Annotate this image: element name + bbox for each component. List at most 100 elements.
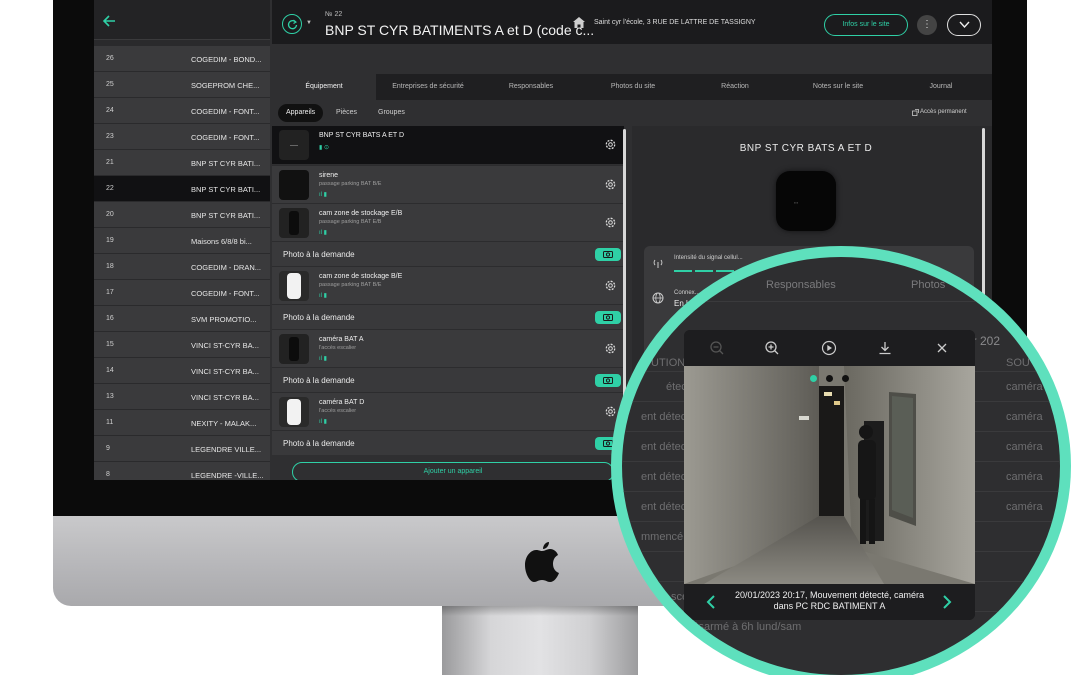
hub-details-title: BNP ST CYR BATS A ET D <box>739 143 873 154</box>
site-list-item[interactable]: 14 VINCI ST-CYR BA... <box>94 358 270 384</box>
device-name: sirene <box>319 172 339 179</box>
magnified-journal: Responsables Photos er 202 UTION SOU éte… <box>622 257 1060 675</box>
refresh-button[interactable] <box>282 14 302 34</box>
chevron-right-icon[interactable] <box>940 594 954 610</box>
device-row[interactable]: sirene passage parking BAT B/E ıl ▮ <box>272 165 624 203</box>
bg-event-text: rie désarmé à 6h lund/sam <box>671 621 802 633</box>
site-address: Saint cyr l'école, 3 RUE DE LATTRE DE TA… <box>594 19 756 26</box>
site-number: 9 <box>106 445 110 452</box>
photo-on-demand-row: Photo à la demande <box>272 367 624 392</box>
hub-thumbnail <box>279 130 309 160</box>
site-list-item[interactable]: 15 VINCI ST-CYR BA... <box>94 332 270 358</box>
camera-icon <box>603 251 613 258</box>
site-number: 21 <box>106 159 114 166</box>
gear-icon[interactable] <box>604 405 617 418</box>
photo-on-demand-label: Photo à la demande <box>283 313 355 322</box>
permanent-access-icon <box>912 109 919 116</box>
site-list-item[interactable]: 26 COGEDIM - BOND... <box>94 46 270 72</box>
site-name: NEXITY - MALAK... <box>191 419 257 428</box>
site-name: VINCI ST-CYR BA... <box>191 367 259 376</box>
site-name: BNP ST CYR BATI... <box>191 211 261 220</box>
carousel-dot-active[interactable] <box>810 375 817 382</box>
site-number: 11 <box>106 419 114 426</box>
add-device-button[interactable]: Ajouter un appareil <box>292 462 614 480</box>
camera-thumbnail <box>279 334 309 364</box>
gear-icon[interactable] <box>604 279 617 292</box>
site-list-item[interactable]: 9 LEGENDRE VILLE... <box>94 436 270 462</box>
expand-button[interactable] <box>947 14 981 36</box>
site-list-item[interactable]: 24 COGEDIM - FONT... <box>94 98 270 124</box>
device-row[interactable]: caméra BAT A l'accès escalier ıl ▮ <box>272 329 624 367</box>
photo-on-demand-row: Photo à la demande <box>272 430 624 455</box>
site-name: VINCI ST-CYR BA... <box>191 393 259 402</box>
bg-tab-responsables: Responsables <box>766 279 836 291</box>
subtab-appareils[interactable]: Appareils <box>278 104 324 122</box>
zoom-out-icon[interactable] <box>709 340 725 356</box>
site-list-item[interactable]: 8 LEGENDRE -VILLE... <box>94 462 270 480</box>
device-row[interactable]: cam zone de stockage E/B passage parking… <box>272 203 624 241</box>
status-dropdown-icon[interactable]: ▼ <box>306 20 312 26</box>
take-photo-button[interactable] <box>595 311 621 324</box>
close-icon[interactable] <box>934 340 950 356</box>
device-row[interactable]: cam zone de stockage B/E passage parking… <box>272 266 624 304</box>
site-name: LEGENDRE VILLE... <box>191 445 262 454</box>
subtab-groupes[interactable]: Groupes <box>370 104 413 122</box>
site-number: 19 <box>106 237 114 244</box>
site-list-item[interactable]: 22 BNP ST CYR BATI... <box>94 176 270 202</box>
gear-icon[interactable] <box>604 138 617 151</box>
stand-shadow <box>442 606 638 616</box>
site-list-item[interactable]: 11 NEXITY - MALAK... <box>94 410 270 436</box>
tab-equipement[interactable]: Équipement <box>272 74 376 100</box>
hub-row[interactable]: BNP ST CYR BATS A ET D ▮ ⊙ <box>272 126 624 164</box>
tab-reaction[interactable]: Réaction <box>684 74 786 100</box>
tab-entreprises[interactable]: Entreprises de sécurité <box>376 74 480 100</box>
back-arrow-icon[interactable] <box>102 14 116 28</box>
site-list-item[interactable]: 18 COGEDIM - DRAN... <box>94 254 270 280</box>
camera-icon <box>603 377 613 384</box>
site-number: 13 <box>106 393 114 400</box>
carousel-dot[interactable] <box>826 375 833 382</box>
site-name: COGEDIM - FONT... <box>191 289 260 298</box>
gear-icon[interactable] <box>604 216 617 229</box>
carousel-dot[interactable] <box>842 375 849 382</box>
site-list-item[interactable]: 20 BNP ST CYR BATI... <box>94 202 270 228</box>
site-list-item[interactable]: 21 BNP ST CYR BATI... <box>94 150 270 176</box>
device-status-icons: ıl ▮ <box>319 230 327 236</box>
event-caption-line2: dans PC RDC BATIMENT A <box>773 601 886 611</box>
site-list-item[interactable]: 13 VINCI ST-CYR BA... <box>94 384 270 410</box>
play-icon[interactable] <box>821 340 837 356</box>
site-name: COGEDIM - FONT... <box>191 133 260 142</box>
gear-icon[interactable] <box>604 342 617 355</box>
more-options-button[interactable]: ⋮ <box>917 15 937 35</box>
gear-icon[interactable] <box>604 178 617 191</box>
viewer-caption-bar: 20/01/2023 20:17, Mouvement détecté, cam… <box>684 584 975 620</box>
chevron-left-icon[interactable] <box>704 594 718 610</box>
site-number: 17 <box>106 289 114 296</box>
device-row[interactable]: caméra BAT D l'accès escalier ıl ▮ <box>272 392 624 430</box>
tab-photos[interactable]: Photos du site <box>582 74 684 100</box>
tab-journal[interactable]: Journal <box>890 74 992 100</box>
site-list-item[interactable]: 17 COGEDIM - FONT... <box>94 280 270 306</box>
permanent-access-link[interactable]: Accès permanent <box>920 109 967 115</box>
site-list-item[interactable]: 25 SOGEPROM CHE... <box>94 72 270 98</box>
zoom-in-icon[interactable] <box>764 340 780 356</box>
site-list-panel: 26 COGEDIM - BOND... 25 SOGEPROM CHE... 24 CO… <box>94 0 270 480</box>
camera-icon <box>603 314 613 321</box>
site-info-button[interactable]: Infos sur le site <box>824 14 908 36</box>
home-icon <box>573 17 585 28</box>
tab-responsables[interactable]: Responsables <box>480 74 582 100</box>
site-list-item[interactable]: 23 COGEDIM - FONT... <box>94 124 270 150</box>
site-number: 20 <box>106 211 114 218</box>
site-list-item[interactable]: 16 SVM PROMOTIO... <box>94 306 270 332</box>
tab-notes[interactable]: Notes sur le site <box>786 74 890 100</box>
device-status-icons: ıl ▮ <box>319 192 327 198</box>
site-list-item[interactable]: 19 Maisons 6/8/8 bi... <box>94 228 270 254</box>
bg-col-solution: UTION <box>651 357 686 369</box>
subtab-pieces[interactable]: Pièces <box>328 104 365 122</box>
take-photo-button[interactable] <box>595 248 621 261</box>
site-name: SVM PROMOTIO... <box>191 315 257 324</box>
download-icon[interactable] <box>877 340 893 356</box>
site-list-header <box>94 0 270 40</box>
take-photo-button[interactable] <box>595 374 621 387</box>
camera-thumbnail <box>279 271 309 301</box>
